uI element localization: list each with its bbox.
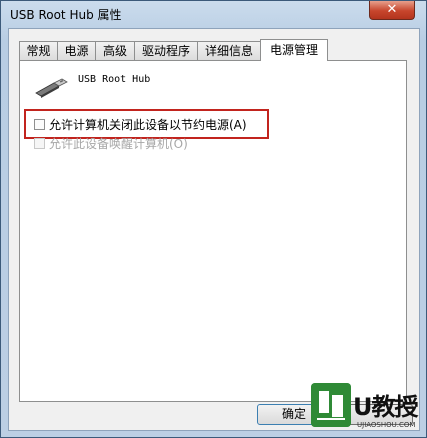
- allow-power-off-label[interactable]: 允许计算机关闭此设备以节约电源(A): [49, 116, 247, 133]
- allow-wake-checkbox: [34, 137, 45, 149]
- tab-general[interactable]: 常规: [19, 41, 58, 60]
- allow-wake-option: 允许此设备唤醒计算机(O): [34, 135, 188, 151]
- tab-details[interactable]: 详细信息: [197, 41, 261, 60]
- properties-dialog: USB Root Hub 属性 ✕ 常规 电源 高级 驱动程序 详细信息 电源管…: [0, 0, 427, 438]
- window-title: USB Root Hub 属性: [10, 8, 122, 22]
- allow-power-off-checkbox[interactable]: [34, 118, 45, 130]
- watermark-logo-icon: [311, 383, 351, 427]
- close-button[interactable]: ✕: [369, 1, 415, 20]
- tab-power[interactable]: 电源: [57, 41, 96, 60]
- tab-advanced[interactable]: 高级: [95, 41, 135, 60]
- allow-wake-label: 允许此设备唤醒计算机(O): [49, 136, 188, 151]
- device-name: USB Root Hub: [78, 74, 151, 85]
- usb-connector-icon: [35, 78, 68, 98]
- tab-power-management[interactable]: 电源管理: [260, 39, 328, 61]
- power-management-panel: USB Root Hub 允许计算机关闭此设备以节约电源(A) 允许此设备唤醒计…: [19, 60, 407, 402]
- watermark-brand: U教授: [353, 393, 418, 421]
- tab-driver[interactable]: 驱动程序: [134, 41, 198, 60]
- dialog-client-area: 常规 电源 高级 驱动程序 详细信息 电源管理 USB Root Hub 允许计…: [8, 28, 420, 431]
- allow-power-off-option[interactable]: 允许计算机关闭此设备以节约电源(A): [34, 116, 247, 132]
- watermark-url: UJIAOSHOU.COM: [357, 421, 416, 429]
